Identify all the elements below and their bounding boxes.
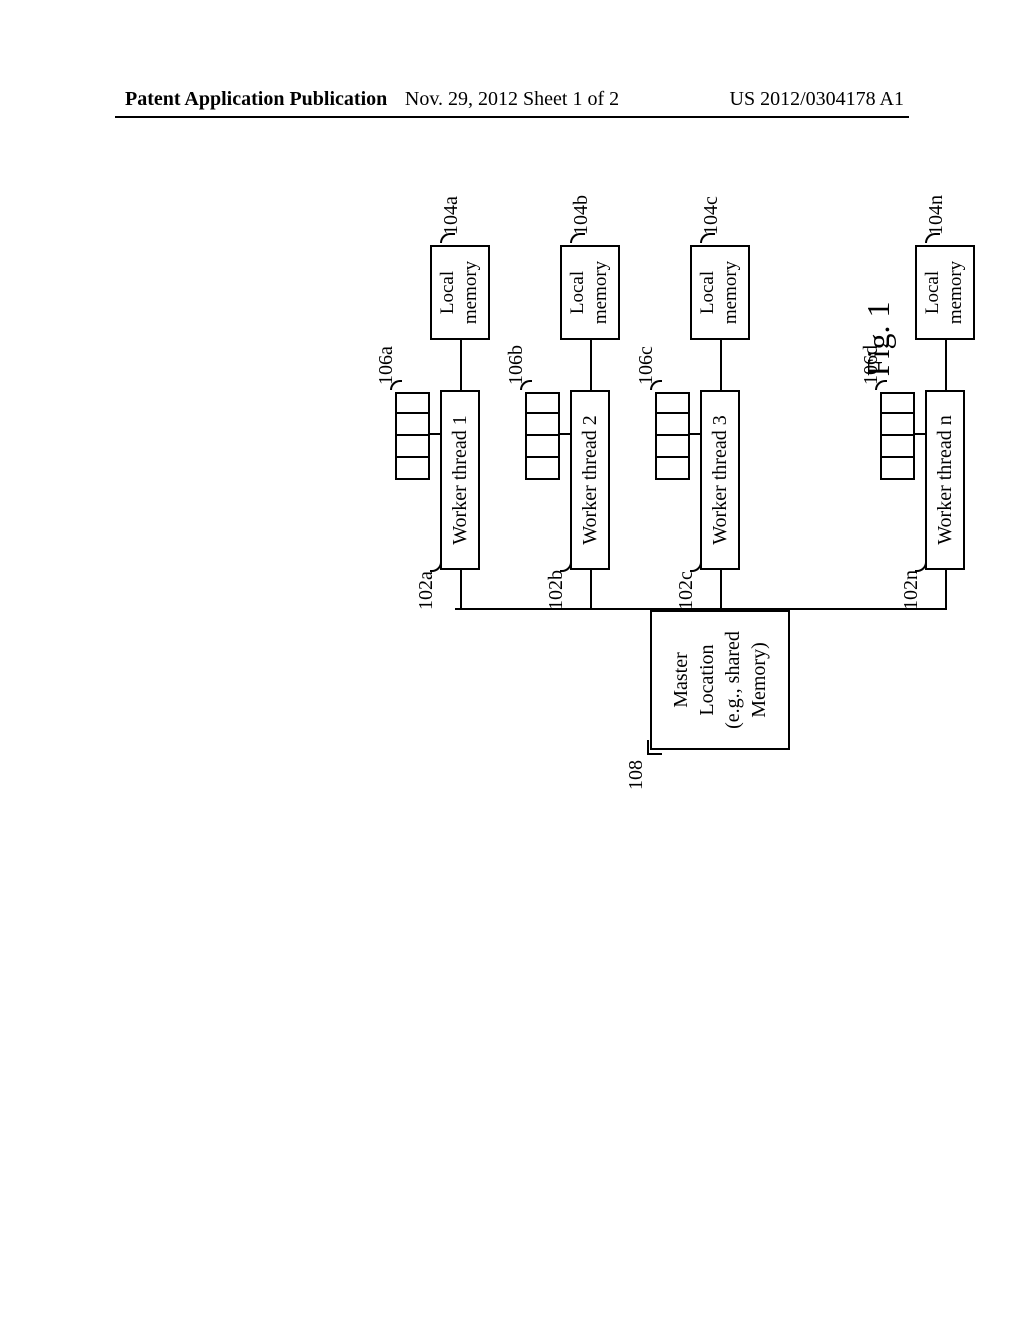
queue-cell — [525, 436, 560, 458]
queue-cell — [655, 392, 690, 414]
queue-cell — [880, 458, 915, 480]
queue-connector — [915, 433, 927, 435]
worker-name: Worker thread n — [934, 415, 957, 544]
queue-cell — [395, 458, 430, 480]
queue-boxes — [880, 392, 915, 480]
label-curve — [915, 560, 927, 572]
memory-connector — [590, 340, 592, 390]
memory-box: Local memory — [690, 245, 750, 340]
memory-text: Local memory — [697, 261, 743, 324]
memory-text: Local memory — [437, 261, 483, 324]
page-header: Patent Application Publication Nov. 29, … — [0, 88, 1024, 111]
memory-box: Local memory — [915, 245, 975, 340]
worker-connector — [460, 570, 462, 610]
queue-cell — [525, 392, 560, 414]
memory-text: Local memory — [922, 261, 968, 324]
header-right: US 2012/0304178 A1 — [730, 88, 904, 111]
diagram: Master Location (e.g., shared Memory) 10… — [90, 250, 890, 950]
header-left: Patent Application Publication — [125, 88, 387, 111]
queue-cell — [395, 436, 430, 458]
memory-label: 104n — [925, 195, 948, 235]
queue-cell — [395, 414, 430, 436]
worker-box: Worker thread 2 — [570, 390, 610, 570]
queue-label: 106b — [505, 345, 528, 385]
worker-connector — [945, 570, 947, 610]
queue-boxes — [395, 392, 430, 480]
worker-label: 102b — [545, 570, 568, 610]
queue-cell — [655, 414, 690, 436]
worker-connector — [720, 570, 722, 610]
queue-cell — [880, 436, 915, 458]
figure-label: Fig. 1 — [861, 302, 898, 377]
master-label: 108 — [625, 760, 648, 790]
worker-box: Worker thread 3 — [700, 390, 740, 570]
worker-name: Worker thread 2 — [579, 415, 602, 544]
queue-label: 106c — [635, 346, 658, 385]
worker-label: 102a — [415, 571, 438, 610]
worker-label: 102n — [900, 570, 923, 610]
worker-connector — [590, 570, 592, 610]
memory-connector — [945, 340, 947, 390]
queue-connector — [690, 433, 702, 435]
memory-text: Local memory — [567, 261, 613, 324]
label-curve — [690, 560, 702, 572]
worker-name: Worker thread 3 — [709, 415, 732, 544]
worker-name: Worker thread 1 — [449, 415, 472, 544]
memory-label: 104a — [440, 196, 463, 235]
queue-cell — [395, 392, 430, 414]
bus-line — [455, 608, 945, 610]
queue-cell — [880, 392, 915, 414]
memory-label: 104b — [570, 195, 593, 235]
queue-cell — [880, 414, 915, 436]
queue-connector — [430, 433, 442, 435]
master-label-connector — [647, 740, 662, 755]
worker-label: 102c — [675, 571, 698, 610]
memory-label: 104c — [700, 196, 723, 235]
memory-connector — [720, 340, 722, 390]
memory-box: Local memory — [560, 245, 620, 340]
queue-connector — [560, 433, 572, 435]
queue-boxes — [655, 392, 690, 480]
queue-cell — [525, 458, 560, 480]
master-box: Master Location (e.g., shared Memory) — [650, 610, 790, 750]
header-center: Nov. 29, 2012 Sheet 1 of 2 — [405, 88, 619, 111]
queue-cell — [655, 436, 690, 458]
header-divider — [115, 116, 909, 118]
queue-cell — [655, 458, 690, 480]
worker-box: Worker thread n — [925, 390, 965, 570]
memory-box: Local memory — [430, 245, 490, 340]
queue-label: 106a — [375, 346, 398, 385]
master-text: Master Location (e.g., shared Memory) — [668, 631, 772, 729]
queue-boxes — [525, 392, 560, 480]
worker-box: Worker thread 1 — [440, 390, 480, 570]
label-curve — [560, 560, 572, 572]
queue-cell — [525, 414, 560, 436]
memory-connector — [460, 340, 462, 390]
label-curve — [430, 560, 442, 572]
